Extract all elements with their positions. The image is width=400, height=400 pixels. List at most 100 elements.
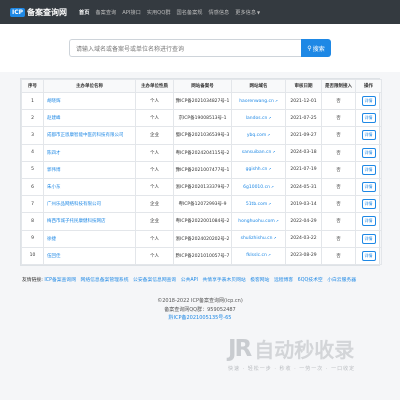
row-icp: 豫ICP备2021007477号-1 — [173, 160, 232, 179]
row-name[interactable]: 朱小东 — [43, 177, 136, 197]
table-header-row: 序号 主办单位名称 主办单位性质 网站备案号 网站域名 审核日期 是否限制接入 … — [21, 79, 382, 93]
nav-item-beian-rules[interactable]: 国名备案规 — [177, 9, 203, 16]
row-domain[interactable]: ggishh.cn↗ — [231, 160, 286, 179]
friend-link[interactable]: 网络信息备案管理系统 — [81, 278, 129, 283]
footer-icp-link[interactable]: 黔ICP备2021005135号-65 — [0, 314, 400, 323]
nav-item-info[interactable]: 情感信息 — [208, 9, 229, 16]
table-row: 6 朱小东 个人 浙ICP备2020133379号-7 6g10010.cn↗ … — [21, 177, 382, 197]
row-no: 8 — [21, 212, 44, 231]
row-name[interactable]: 陈四才 — [43, 143, 136, 162]
row-name[interactable]: 徐捷 — [43, 229, 136, 248]
row-name[interactable]: 伍回佳 — [43, 246, 136, 265]
search-section: 请输入域名或备案号或单位名称进行查询 ⚲ 搜索 — [0, 24, 400, 72]
caret-down-icon: ▼ — [257, 9, 261, 15]
nav-item-more-label: 更多信息 — [235, 9, 257, 16]
row-action: 详情 — [355, 212, 382, 231]
row-domain[interactable]: 51tb.com↗ — [231, 195, 286, 214]
row-domain[interactable]: honghuohu.com↗ — [231, 212, 286, 231]
nav-item-api[interactable]: API接口 — [122, 9, 141, 16]
search-button[interactable]: ⚲ 搜索 — [301, 39, 331, 57]
row-date: 2021-12-01 — [285, 91, 322, 111]
row-action: 详情 — [355, 177, 382, 197]
nav-item-home[interactable]: 首页 — [79, 9, 89, 16]
row-icp: 粤ICP备2022001084号-2 — [173, 212, 232, 231]
search-input[interactable]: 请输入域名或备案号或单位名称进行查询 — [69, 39, 301, 57]
row-no: 3 — [21, 126, 44, 145]
row-type: 企业 — [135, 212, 174, 231]
nav-item-qq-group[interactable]: 实用QQ群 — [147, 9, 171, 16]
row-date: 2019-03-14 — [285, 195, 322, 214]
results-table: 序号 主办单位名称 主办单位性质 网站备案号 网站域名 审核日期 是否限制接入 … — [21, 79, 382, 265]
table-row: 10 伍回佳 个人 黔ICP备2021010057号-7 fklsslc.cn↗… — [21, 246, 382, 265]
detail-button[interactable]: 详情 — [361, 130, 376, 141]
detail-button[interactable]: 详情 — [361, 199, 376, 210]
friend-link[interactable]: 公共API — [181, 278, 198, 283]
friend-link[interactable]: 远程博客 — [274, 278, 293, 283]
detail-button[interactable]: 详情 — [361, 250, 376, 261]
row-date: 2024-05-31 — [285, 177, 322, 197]
row-domain-text: shulizhishu.cn — [240, 236, 273, 242]
row-name[interactable]: 广州乐品网络科技有限公司 — [43, 195, 136, 214]
row-domain[interactable]: ybq.com↗ — [231, 126, 286, 145]
row-domain-text: 6g10010.cn — [243, 184, 270, 190]
row-name[interactable]: 胡晓辉 — [43, 91, 136, 111]
friend-link[interactable]: 6QQ技术空 — [298, 278, 323, 283]
nav-item-more[interactable]: 更多信息▼ — [235, 9, 260, 16]
row-icp: 黔ICP备2021010057号-7 — [173, 246, 232, 265]
row-name[interactable]: 梅西市城子托民康健科技网店 — [43, 212, 136, 231]
table-row: 5 郭伟博 个人 豫ICP备2021007477号-1 ggishh.cn↗ 2… — [21, 160, 382, 179]
row-name[interactable]: 郭伟博 — [43, 160, 136, 179]
external-link-icon: ↗ — [274, 98, 278, 103]
table-row: 8 梅西市城子托民康健科技网店 企业 粤ICP备2022001084号-2 ho… — [21, 212, 382, 231]
nav-item-beian-query[interactable]: 备案查询 — [95, 9, 116, 16]
row-domain[interactable]: shulizhishu.cn↗ — [231, 229, 286, 248]
detail-button[interactable]: 详情 — [361, 182, 376, 193]
row-limited: 否 — [321, 212, 356, 231]
row-name[interactable]: 成都市正恩康智能中医药科技有限公司 — [43, 126, 136, 145]
external-link-icon: ↗ — [268, 201, 272, 206]
row-domain[interactable]: fklsslc.cn↗ — [231, 246, 286, 265]
watermark: JR 自动秒收录 快速 · 轻松一步 · 秒收 · 一劳一次 · 一口收定 — [228, 334, 388, 384]
footer-copyright: ©2018-2022 ICP备案查询网(icp.cn) — [157, 298, 243, 304]
row-icp: 粤ICP备2024204115号-2 — [173, 143, 232, 162]
header-date: 审核日期 — [285, 79, 322, 93]
row-action: 详情 — [355, 229, 382, 248]
row-limited: 否 — [321, 229, 356, 248]
row-limited: 否 — [321, 126, 356, 145]
friend-link[interactable]: 极客网站 — [250, 278, 269, 283]
row-domain[interactable]: landos.cn↗ — [231, 109, 286, 128]
friend-link[interactable]: 公安备案信息网查询 — [133, 278, 176, 283]
watermark-logo-icon: JR — [228, 335, 252, 362]
row-domain-text: sansuiban.cn — [241, 150, 272, 156]
detail-button[interactable]: 详情 — [361, 164, 376, 175]
row-name[interactable]: 赵建峰 — [43, 109, 136, 128]
row-icp: 粤ICP备12072993号-9 — [173, 195, 232, 214]
row-domain-text: ybq.com — [246, 132, 267, 138]
table-row: 9 徐捷 个人 浙ICP备2024020202号-2 shulizhishu.c… — [21, 229, 382, 248]
row-icp: 浙ICP备2024020202号-2 — [173, 229, 232, 248]
detail-button[interactable]: 详情 — [361, 233, 376, 244]
table-row: 3 成都市正恩康智能中医药科技有限公司 企业 蜀ICP备2021036539号-… — [21, 126, 382, 145]
friend-link[interactable]: ICP备案查询网 — [44, 278, 76, 283]
row-no: 7 — [21, 195, 44, 214]
external-link-icon: ↗ — [273, 236, 277, 241]
friend-link[interactable]: 小白云服务器 — [327, 278, 356, 283]
table-row: 7 广州乐品网络科技有限公司 企业 粤ICP备12072993号-9 51tb.… — [21, 195, 382, 214]
detail-button[interactable]: 详情 — [361, 96, 376, 107]
detail-button[interactable]: 详情 — [361, 113, 376, 124]
detail-button[interactable]: 详情 — [361, 216, 376, 227]
row-limited: 否 — [321, 246, 356, 265]
row-limited: 否 — [321, 143, 356, 162]
detail-button[interactable]: 详情 — [361, 147, 376, 158]
row-domain[interactable]: sansuiban.cn↗ — [231, 143, 286, 162]
friend-link[interactable]: 共情享手表木贝网站 — [202, 278, 245, 283]
watermark-subtitle: 快速 · 轻松一步 · 秒收 · 一劳一次 · 一口收定 — [228, 366, 356, 372]
row-limited: 否 — [321, 160, 356, 179]
brand[interactable]: ICP 备案查询网 — [10, 7, 67, 18]
row-domain[interactable]: 6g10010.cn↗ — [231, 177, 286, 197]
header-no: 序号 — [21, 79, 44, 93]
row-no: 10 — [21, 246, 44, 265]
row-domain[interactable]: haorenwang.cn↗ — [231, 91, 286, 111]
row-domain-text: haorenwang.cn — [239, 98, 274, 104]
header-name: 主办单位名称 — [43, 79, 136, 93]
